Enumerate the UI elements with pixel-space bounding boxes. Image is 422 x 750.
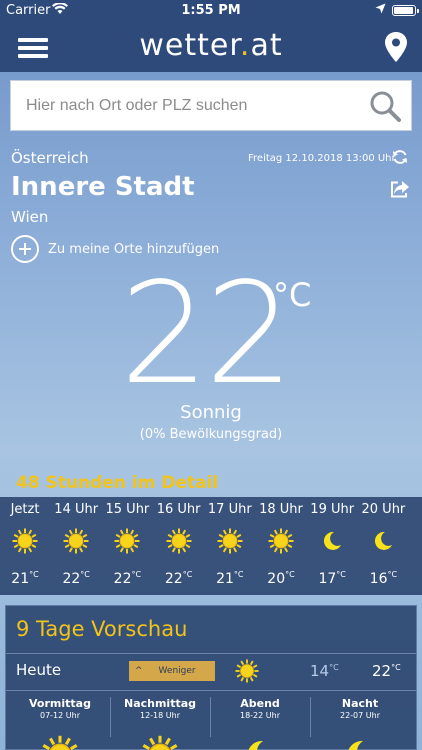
weather-condition: Sonnig (180, 402, 242, 423)
period-name: Vormittag (29, 697, 91, 710)
day-period: Abend 18-22 Uhr (210, 697, 310, 750)
hour-temperature: 22°C (113, 570, 142, 587)
sun-icon (114, 528, 140, 554)
divider (6, 690, 416, 691)
hour-label: 20 Uhr (361, 502, 406, 517)
hour-temperature: 21°C (11, 570, 39, 587)
hourly-item: 16 Uhr 22°C (153, 497, 205, 595)
search-input[interactable] (11, 81, 361, 130)
forecast-title: 9 Tage Vorschau (16, 617, 188, 641)
nine-day-forecast-panel: 9 Tage Vorschau Heute ^ Weniger 14°C 22°… (5, 605, 417, 750)
hour-label: 16 Uhr (156, 502, 201, 517)
moon-icon (348, 741, 364, 750)
moon-icon (248, 741, 264, 750)
hourly-item: 19 Uhr 17°C (306, 497, 358, 595)
hour-label: 15 Uhr (105, 502, 150, 517)
region-label: Wien (11, 208, 49, 226)
period-time: 12-18 Uhr (139, 711, 180, 720)
less-button-label: Weniger (158, 666, 196, 676)
sun-icon (217, 528, 243, 554)
hourly-item: 20 Uhr 16°C (357, 497, 409, 595)
hour-temperature: 17°C (318, 570, 346, 587)
cloud-cover: (0% Bewölkungsgrad) (139, 427, 283, 442)
hour-label: 14 Uhr (54, 502, 99, 517)
divider (6, 653, 416, 654)
temperature-unit: °C (273, 276, 312, 314)
today-label: Heute (16, 661, 62, 679)
nav-bar: wetter.at (0, 22, 422, 72)
country-label: Österreich (11, 149, 89, 167)
sun-icon (268, 528, 294, 554)
sun-icon (142, 735, 178, 750)
hourly-section-title[interactable]: 48 Stunden im Detail (16, 473, 218, 493)
location-arrow-icon (375, 3, 386, 17)
hourly-forecast-strip[interactable]: Jetzt 21°C 14 Uhr 22°C 15 Uhr 22°C 16 Uhr 22°C 1… (0, 497, 422, 595)
date-label: Freitag 12.10.2018 13:00 Uhr (248, 153, 396, 164)
period-name: Abend (240, 697, 280, 710)
hourly-item: 17 Uhr 21°C (204, 497, 256, 595)
hour-temperature: 20°C (267, 570, 295, 587)
hour-label: 19 Uhr (310, 502, 355, 517)
search-icon[interactable] (369, 90, 401, 122)
hour-label: 17 Uhr (207, 502, 252, 517)
search-box (10, 80, 412, 131)
hour-temperature: 21°C (216, 570, 244, 587)
today-min-temp: 14°C (310, 662, 339, 680)
share-icon[interactable] (390, 180, 410, 198)
divider (210, 697, 211, 737)
clock: 1:55 PM (181, 3, 241, 18)
hour-temperature: 16°C (369, 570, 398, 587)
today-max-temp: 22°C (372, 662, 401, 680)
day-period: Nacht 22-07 Uhr (310, 697, 410, 750)
hour-temperature: 22°C (62, 570, 90, 587)
chevron-up-icon: ^ (135, 666, 143, 676)
hour-label: 18 Uhr (259, 502, 303, 517)
period-name: Nachmittag (123, 697, 197, 710)
less-button[interactable]: ^ Weniger (129, 661, 215, 681)
divider (310, 697, 311, 737)
day-period: Nachmittag 12-18 Uhr (110, 697, 210, 750)
hour-label: 21 (409, 502, 422, 517)
hour-temperature: 22°C (164, 570, 193, 587)
city-title: Innere Stadt (11, 172, 195, 202)
period-name: Nacht (341, 697, 379, 710)
hourly-item: 18 Uhr 20°C (255, 497, 307, 595)
period-time: 07-12 Uhr (39, 711, 80, 720)
location-pin-icon[interactable] (384, 32, 408, 62)
sun-icon (12, 528, 38, 554)
status-bar: Carrier 1:55 PM (0, 0, 422, 22)
day-period: Vormittag 07-12 Uhr (10, 697, 110, 750)
app-logo: wetter.at (139, 28, 283, 63)
hourly-item: Jetzt 21°C (0, 497, 51, 595)
hour-label: Jetzt (10, 502, 40, 517)
refresh-icon[interactable] (392, 149, 408, 165)
period-time: 22-07 Uhr (339, 711, 380, 720)
sun-icon (42, 735, 78, 750)
sun-icon (235, 659, 259, 683)
moon-icon (375, 531, 393, 550)
sun-icon (63, 528, 89, 554)
moon-icon (324, 531, 342, 550)
hourly-item: 15 Uhr 22°C (101, 497, 153, 595)
current-temperature: 22 (119, 253, 294, 416)
period-time: 18-22 Uhr (239, 711, 280, 720)
hourly-item: 14 Uhr 22°C (50, 497, 102, 595)
sun-icon (166, 528, 192, 554)
divider (110, 697, 111, 737)
battery-icon (392, 5, 419, 16)
hourly-item: 21 (409, 497, 422, 595)
